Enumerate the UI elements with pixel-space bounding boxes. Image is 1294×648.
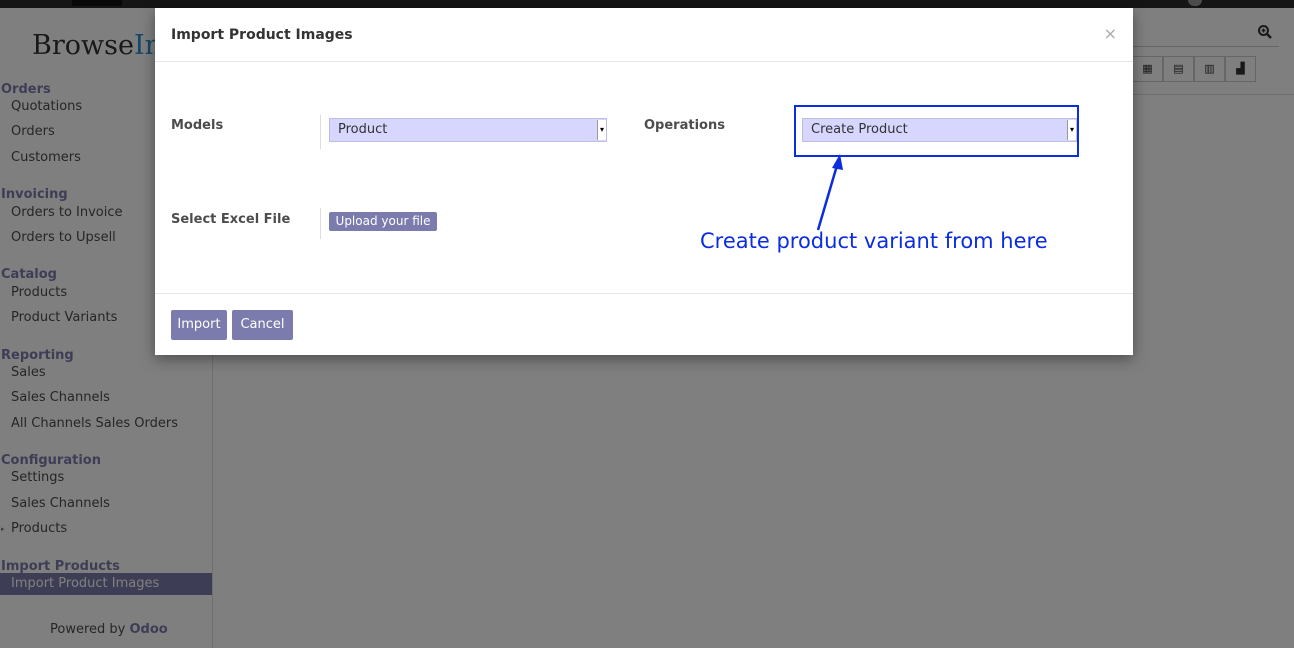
close-icon[interactable]: × xyxy=(1104,24,1117,43)
select-file-label: Select Excel File xyxy=(171,212,291,227)
chevron-down-icon: ▾ xyxy=(597,120,606,140)
import-button[interactable]: Import xyxy=(171,310,227,340)
upload-file-button[interactable]: Upload your file xyxy=(329,212,437,231)
annotation-highlight-box xyxy=(794,105,1079,157)
import-dialog: Import Product Images × Models Product ▾… xyxy=(155,8,1133,355)
cancel-button[interactable]: Cancel xyxy=(232,310,293,340)
models-select-value: Product xyxy=(338,122,388,137)
annotation-arrow-icon xyxy=(816,154,843,231)
annotation-text: Create product variant from here xyxy=(700,229,1048,253)
dialog-header: Import Product Images × xyxy=(155,8,1133,62)
dialog-footer: Import Cancel xyxy=(155,293,1133,356)
models-label: Models xyxy=(171,118,224,133)
divider xyxy=(320,115,321,149)
operations-label: Operations xyxy=(644,118,725,133)
divider xyxy=(320,208,321,239)
models-select[interactable]: Product ▾ xyxy=(329,118,607,142)
dialog-title: Import Product Images xyxy=(171,27,353,43)
